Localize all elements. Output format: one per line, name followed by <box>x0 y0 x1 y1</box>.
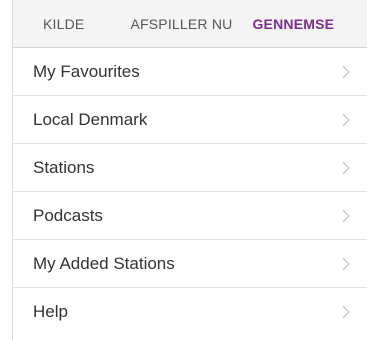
browse-panel: KILDE AFSPILLER NU GENNEMSE My Favourite… <box>12 0 367 340</box>
list-item-label: Help <box>33 302 68 321</box>
list-item-my-favourites[interactable]: My Favourites <box>13 48 367 96</box>
list-item-label: Local Denmark <box>33 109 148 129</box>
list-item-local-denmark[interactable]: Local Denmark <box>13 96 367 144</box>
list-item-podcasts[interactable]: Podcasts <box>13 192 367 240</box>
list-item-label: My Favourites <box>33 61 140 81</box>
list-item-help[interactable]: Help <box>13 288 367 336</box>
list-item-my-added-stations[interactable]: My Added Stations <box>13 240 367 288</box>
chevron-right-icon <box>342 113 350 126</box>
list-item-label: Podcasts <box>33 205 103 225</box>
chevron-right-icon <box>342 161 350 174</box>
tab-kilde[interactable]: KILDE <box>43 16 84 32</box>
chevron-right-icon <box>342 257 350 270</box>
tab-bar: KILDE AFSPILLER NU GENNEMSE <box>13 0 367 48</box>
tab-afspiller-nu[interactable]: AFSPILLER NU <box>130 16 232 32</box>
browse-list: My Favourites Local Denmark Stations Pod… <box>13 48 367 336</box>
list-item-stations[interactable]: Stations <box>13 144 367 192</box>
chevron-right-icon <box>342 209 350 222</box>
chevron-right-icon <box>342 305 350 319</box>
list-item-label: My Added Stations <box>33 253 175 273</box>
chevron-right-icon <box>342 65 350 78</box>
tab-gennemse[interactable]: GENNEMSE <box>252 16 334 32</box>
list-item-label: Stations <box>33 157 95 177</box>
